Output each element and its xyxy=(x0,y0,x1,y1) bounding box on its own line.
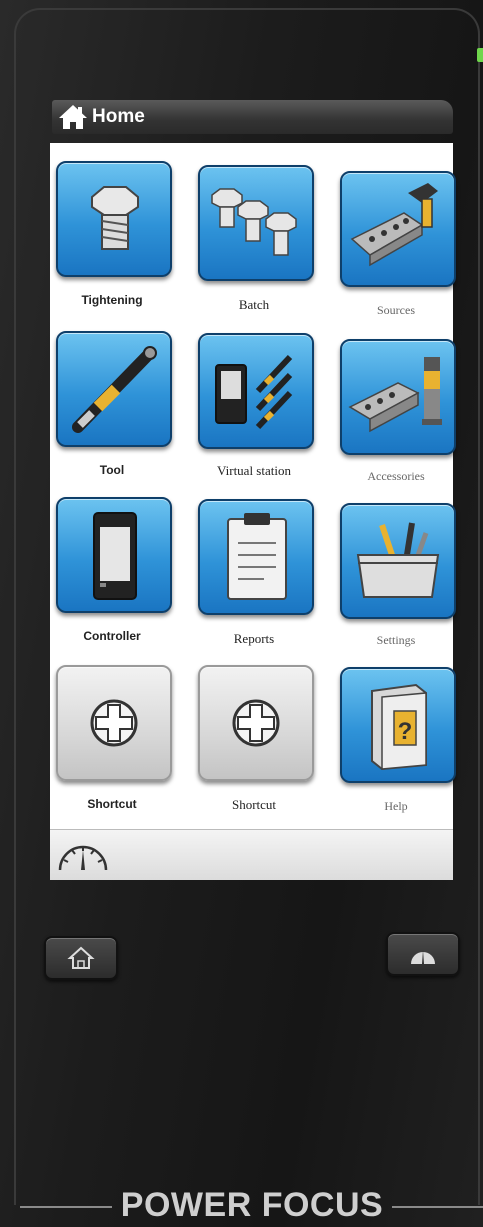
clipboard-icon xyxy=(227,513,287,600)
tool-label: Tool xyxy=(99,463,125,477)
bolts-icon xyxy=(211,188,297,256)
home-icon xyxy=(67,946,95,969)
tightening-tile[interactable] xyxy=(56,161,172,277)
status-led xyxy=(477,48,483,62)
nutrunner-tool-icon xyxy=(72,346,157,433)
shortcut-tile-2[interactable] xyxy=(198,665,314,781)
svg-text:?: ? xyxy=(398,718,413,745)
barcode-scanner-icon xyxy=(350,183,438,267)
settings-tile[interactable] xyxy=(340,503,456,619)
batch-tile[interactable] xyxy=(198,165,314,281)
sources-label: Sources xyxy=(377,303,415,317)
home-icon[interactable] xyxy=(58,104,88,130)
header-bar: Home xyxy=(52,100,453,134)
tightening-label: Tightening xyxy=(81,293,143,307)
sources-tile[interactable] xyxy=(340,171,456,287)
hardware-gauge-button[interactable] xyxy=(386,932,460,976)
toolbox-icon xyxy=(356,522,440,598)
add-shortcut-icon xyxy=(90,699,138,747)
controller-tile[interactable] xyxy=(56,497,172,613)
help-book-icon: ? xyxy=(371,683,427,771)
accessories-tile[interactable] xyxy=(340,339,456,455)
shortcut-label-2: Shortcut xyxy=(231,797,277,812)
gauge-icon xyxy=(411,950,435,964)
power-focus-device: Home Tightening Batch Sources Tool Virtu… xyxy=(0,0,483,1227)
bolt-icon xyxy=(91,186,139,250)
reports-tile[interactable] xyxy=(198,499,314,615)
batch-label: Batch xyxy=(238,297,270,312)
shortcut-tile-1[interactable] xyxy=(56,665,172,781)
virtual-station-label: Virtual station xyxy=(217,463,291,478)
brand-line-left xyxy=(20,1206,112,1208)
page-title: Home xyxy=(92,106,145,127)
add-shortcut-icon xyxy=(232,699,280,747)
virtual-station-icon xyxy=(215,354,293,430)
controller-label: Controller xyxy=(83,629,141,643)
status-bar xyxy=(50,829,453,880)
accessories-icon xyxy=(348,357,442,433)
help-label: Help xyxy=(384,799,408,813)
virtual-station-tile[interactable] xyxy=(198,333,314,449)
touch-screen: Tightening Batch Sources Tool Virtual st… xyxy=(50,143,456,829)
tool-tile[interactable] xyxy=(56,331,172,447)
reports-label: Reports xyxy=(233,631,275,646)
hardware-home-button[interactable] xyxy=(44,936,118,980)
gauge-icon[interactable] xyxy=(54,836,112,876)
controller-icon xyxy=(93,512,137,600)
brand-logo: POWER FOCUS xyxy=(120,1186,384,1224)
shortcut-label-1: Shortcut xyxy=(87,797,137,811)
brand-line-right xyxy=(392,1206,483,1208)
help-tile[interactable]: ? xyxy=(340,667,456,783)
settings-label: Settings xyxy=(376,633,416,647)
accessories-label: Accessories xyxy=(367,469,425,483)
